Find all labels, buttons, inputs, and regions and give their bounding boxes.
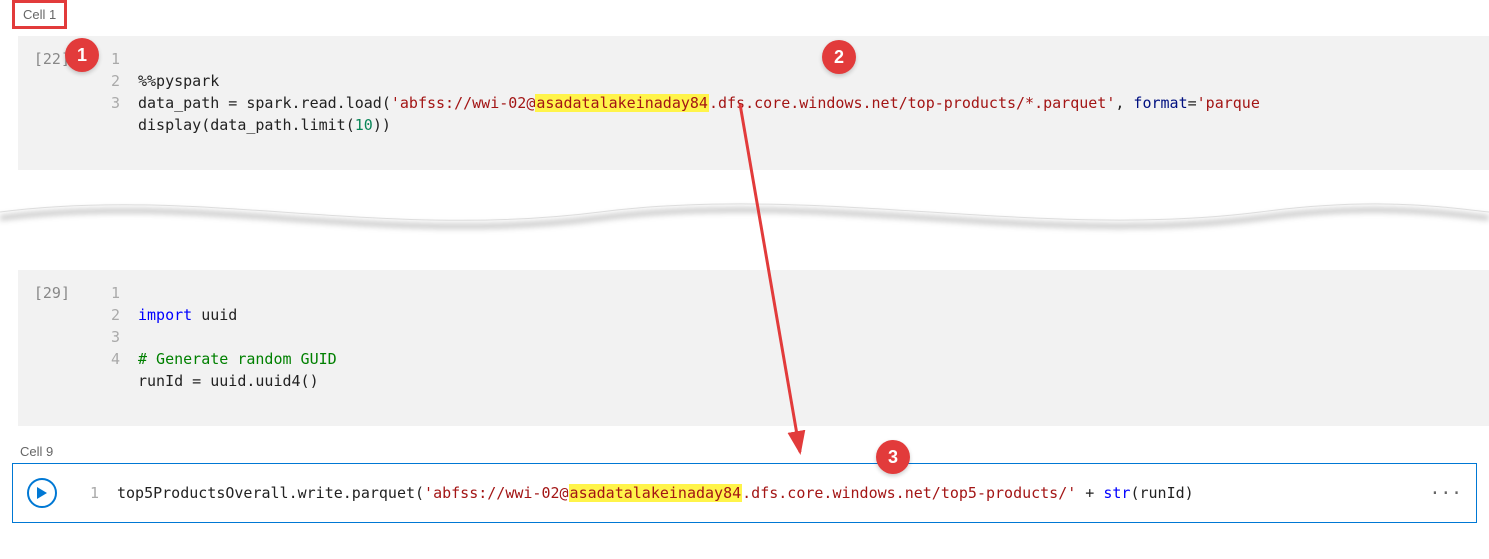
cell-9-code-block[interactable]: 1 top5ProductsOverall.write.parquet('abf…	[12, 463, 1477, 523]
cell-1-code-block[interactable]: [22] 1 2 3 %%pyspark data_path = spark.r…	[18, 36, 1489, 170]
cell-1-label: Cell 1	[15, 3, 64, 26]
cell-1-code[interactable]: %%pyspark data_path = spark.read.load('a…	[138, 44, 1489, 162]
cell-1-label-box: Cell 1	[12, 0, 67, 29]
callout-1: 1	[65, 38, 99, 72]
run-cell-button[interactable]	[27, 478, 57, 508]
cell-mid-code[interactable]: import uuid # Generate random GUID runId…	[138, 278, 1489, 418]
cell-mid-gutter: 1 2 3 4	[78, 278, 138, 418]
cell-9-gutter: 1	[75, 484, 117, 502]
cell-9-label: Cell 9	[12, 440, 1477, 463]
cell-9-code[interactable]: top5ProductsOverall.write.parquet('abfss…	[117, 484, 1415, 502]
cell-mid: [29] 1 2 3 4 import uuid # Generate rand…	[12, 270, 1489, 426]
cell-mid-code-block[interactable]: [29] 1 2 3 4 import uuid # Generate rand…	[18, 270, 1489, 426]
cell-1: Cell 1 [22] 1 2 3 %%pyspark data_path = …	[12, 0, 1489, 170]
wave-separator	[0, 178, 1489, 248]
callout-3: 3	[876, 440, 910, 474]
highlight-datalake-2: asadatalakeinaday84	[569, 484, 743, 502]
cell-mid-exec-count: [29]	[18, 278, 78, 418]
play-icon	[36, 486, 48, 500]
highlight-datalake-1: asadatalakeinaday84	[535, 94, 709, 112]
cell-9-more-icon[interactable]: ···	[1415, 483, 1476, 504]
callout-2: 2	[822, 40, 856, 74]
cell-9: Cell 9 1 top5ProductsOverall.write.parqu…	[12, 440, 1477, 523]
